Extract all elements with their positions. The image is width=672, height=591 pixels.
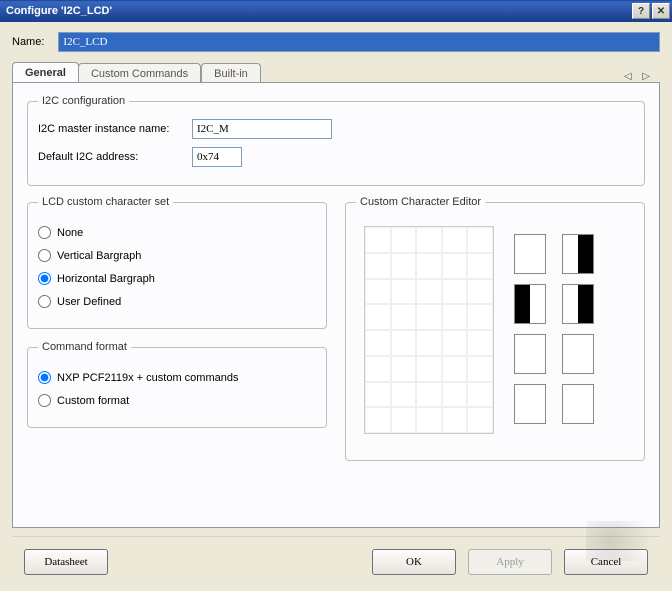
name-row: Name: [12, 32, 660, 52]
radio-cmdfmt-nxp-label: NXP PCF2119x + custom commands [57, 372, 238, 384]
pixel-cell[interactable] [467, 407, 493, 433]
bargraph-preset-6[interactable] [514, 384, 546, 424]
name-input[interactable] [58, 32, 660, 52]
window-title: Configure 'I2C_LCD' [6, 5, 630, 17]
group-char-editor: Custom Character Editor [345, 196, 645, 461]
pixel-cell[interactable] [467, 304, 493, 330]
pixel-cell[interactable] [365, 407, 391, 433]
pixel-cell[interactable] [391, 356, 417, 382]
pixel-cell[interactable] [416, 304, 442, 330]
footer: Datasheet OK Apply Cancel [12, 536, 660, 581]
pixel-cell[interactable] [442, 304, 468, 330]
group-i2c-config: I2C configuration I2C master instance na… [27, 95, 645, 186]
radio-charset-vertical[interactable] [38, 249, 51, 262]
bargraph-preset-4[interactable] [514, 334, 546, 374]
group-charset-legend: LCD custom character set [38, 196, 173, 208]
radio-charset-user[interactable] [38, 295, 51, 308]
pixel-cell[interactable] [391, 330, 417, 356]
radio-charset-vertical-label: Vertical Bargraph [57, 250, 141, 262]
group-command-format-legend: Command format [38, 341, 131, 353]
radio-charset-horizontal[interactable] [38, 272, 51, 285]
pixel-cell[interactable] [416, 356, 442, 382]
i2c-master-label: I2C master instance name: [38, 123, 184, 135]
client-area: Name: General Custom Commands Built-in ◁… [0, 22, 672, 591]
help-button[interactable]: ? [632, 3, 650, 19]
tab-pager[interactable]: ◁ ▷ [624, 69, 660, 82]
bargraph-fill [578, 285, 593, 323]
pixel-cell[interactable] [416, 382, 442, 408]
bargraph-preset-7[interactable] [562, 384, 594, 424]
pixel-cell[interactable] [442, 279, 468, 305]
pixel-cell[interactable] [365, 356, 391, 382]
watermark [586, 521, 666, 561]
radio-charset-none[interactable] [38, 226, 51, 239]
i2c-addr-input[interactable] [192, 147, 242, 167]
radio-charset-user-label: User Defined [57, 296, 121, 308]
ok-button[interactable]: OK [372, 549, 456, 575]
pixel-cell[interactable] [416, 227, 442, 253]
pixel-cell[interactable] [467, 279, 493, 305]
group-command-format: Command format NXP PCF2119x + custom com… [27, 341, 327, 428]
pixel-cell[interactable] [442, 407, 468, 433]
pixel-cell[interactable] [416, 279, 442, 305]
name-label: Name: [12, 36, 44, 48]
bargraph-preset-1[interactable] [562, 234, 594, 274]
group-char-editor-legend: Custom Character Editor [356, 196, 485, 208]
radio-charset-none-label: None [57, 227, 83, 239]
pixel-cell[interactable] [416, 253, 442, 279]
bargraph-preset-5[interactable] [562, 334, 594, 374]
pixel-cell[interactable] [391, 227, 417, 253]
pixel-cell[interactable] [442, 382, 468, 408]
pixel-cell[interactable] [467, 356, 493, 382]
group-i2c-legend: I2C configuration [38, 95, 129, 107]
radio-cmdfmt-custom[interactable] [38, 394, 51, 407]
bargraph-fill [578, 235, 593, 273]
bargraph-preset-2[interactable] [514, 284, 546, 324]
pixel-cell[interactable] [467, 382, 493, 408]
pixel-cell[interactable] [442, 253, 468, 279]
bargraph-preset-3[interactable] [562, 284, 594, 324]
i2c-master-input[interactable] [192, 119, 332, 139]
i2c-addr-label: Default I2C address: [38, 151, 184, 163]
pixel-cell[interactable] [391, 304, 417, 330]
pixel-cell[interactable] [365, 227, 391, 253]
title-bar: Configure 'I2C_LCD' ? ✕ [0, 0, 672, 22]
datasheet-button[interactable]: Datasheet [24, 549, 108, 575]
radio-cmdfmt-custom-label: Custom format [57, 395, 129, 407]
radio-cmdfmt-nxp[interactable] [38, 371, 51, 384]
tab-strip: General Custom Commands Built-in ◁ ▷ [12, 62, 660, 82]
apply-button[interactable]: Apply [468, 549, 552, 575]
group-charset: LCD custom character set None Vertical B… [27, 196, 327, 329]
tab-custom-commands[interactable]: Custom Commands [78, 63, 201, 83]
pixel-cell[interactable] [391, 382, 417, 408]
bargraph-preset-0[interactable] [514, 234, 546, 274]
pixel-cell[interactable] [416, 407, 442, 433]
pixel-cell[interactable] [442, 330, 468, 356]
pixel-cell[interactable] [442, 227, 468, 253]
pixel-cell[interactable] [365, 304, 391, 330]
pixel-cell[interactable] [391, 279, 417, 305]
pixel-cell[interactable] [365, 382, 391, 408]
bargraph-presets [514, 226, 594, 424]
pixel-cell[interactable] [365, 279, 391, 305]
radio-charset-horizontal-label: Horizontal Bargraph [57, 273, 155, 285]
pixel-grid[interactable] [364, 226, 494, 434]
pixel-cell[interactable] [391, 407, 417, 433]
pixel-cell[interactable] [442, 356, 468, 382]
bargraph-fill [515, 285, 530, 323]
pixel-cell[interactable] [365, 330, 391, 356]
pixel-cell[interactable] [467, 330, 493, 356]
tab-panel-general: I2C configuration I2C master instance na… [12, 82, 660, 528]
tab-general[interactable]: General [12, 62, 79, 82]
pixel-cell[interactable] [467, 227, 493, 253]
pixel-cell[interactable] [467, 253, 493, 279]
close-button[interactable]: ✕ [652, 3, 670, 19]
pixel-cell[interactable] [365, 253, 391, 279]
pixel-cell[interactable] [391, 253, 417, 279]
tab-built-in[interactable]: Built-in [201, 63, 261, 83]
pixel-cell[interactable] [416, 330, 442, 356]
